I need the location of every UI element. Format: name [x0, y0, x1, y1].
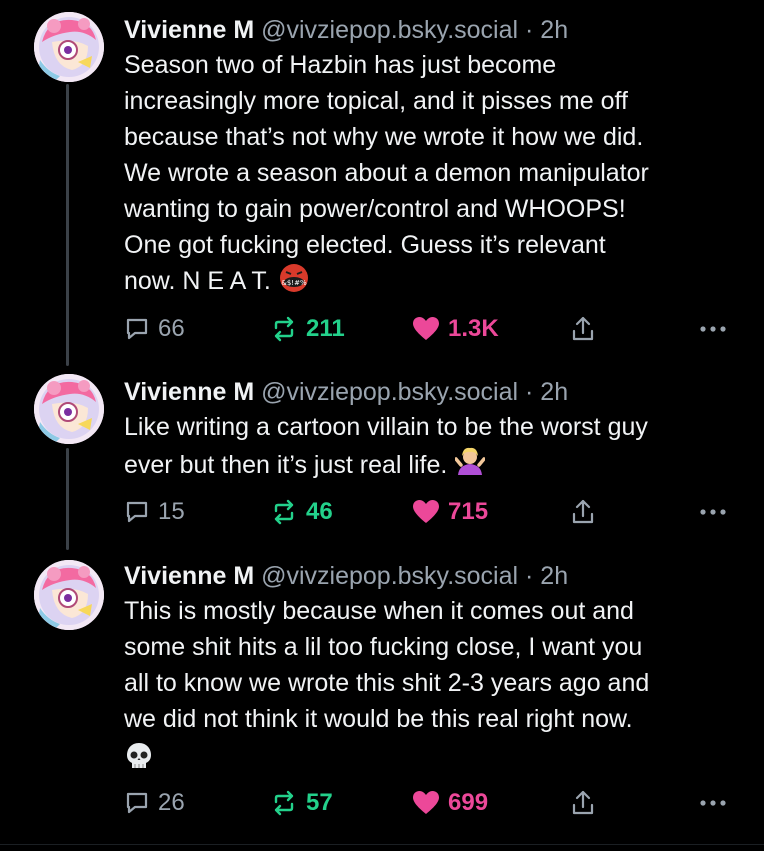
repost-count: 211	[306, 315, 345, 342]
speech-bubble-icon	[126, 318, 148, 340]
angry-symbols-emoji-icon: &$!#%	[279, 263, 309, 303]
post-text: Like writing a cartoon villain to be the…	[124, 409, 744, 487]
like-button[interactable]: 699	[412, 788, 488, 818]
avatar[interactable]	[34, 12, 104, 82]
post-text-content: Season two of Hazbin has just become inc…	[124, 51, 649, 295]
post-content: Vivienne M @vivziepop.bsky.social · 2h T…	[124, 560, 744, 778]
author-handle[interactable]: @vivziepop.bsky.social	[261, 562, 518, 590]
share-button[interactable]	[570, 314, 596, 344]
author-name[interactable]: Vivienne M	[124, 562, 254, 590]
post-text-content: This is mostly because when it comes out…	[124, 597, 650, 733]
speech-bubble-icon	[126, 501, 148, 523]
post-header: Vivienne M @vivziepop.bsky.social · 2h	[124, 560, 744, 592]
post-header: Vivienne M @vivziepop.bsky.social · 2h	[124, 14, 744, 46]
post-actions: 66 211 1.3K	[124, 314, 744, 344]
reply-button[interactable]: 66	[124, 314, 185, 344]
like-count: 1.3K	[448, 315, 499, 342]
author-name[interactable]: Vivienne M	[124, 16, 254, 44]
avatar[interactable]	[34, 374, 104, 444]
post-actions: 26 57 699	[124, 788, 744, 818]
separator-dot: ·	[525, 378, 534, 406]
author-name[interactable]: Vivienne M	[124, 378, 254, 406]
like-count: 715	[448, 498, 489, 525]
person-shrugging-emoji-icon	[454, 445, 487, 487]
ellipsis-icon	[700, 326, 726, 332]
skull-emoji-icon	[124, 741, 744, 778]
repost-button[interactable]: 211	[270, 314, 345, 344]
thread-line	[66, 448, 69, 550]
separator-dot: ·	[525, 562, 534, 590]
avatar[interactable]	[34, 560, 104, 630]
more-options-button[interactable]	[698, 788, 728, 818]
post-text: Season two of Hazbin has just become inc…	[124, 47, 744, 303]
repost-arrows-icon	[274, 316, 294, 342]
reply-count: 15	[158, 498, 185, 525]
repost-count: 46	[306, 498, 333, 525]
post-actions: 15 46 715	[124, 497, 744, 527]
share-button[interactable]	[570, 497, 596, 527]
divider	[0, 844, 764, 845]
repost-count: 57	[306, 789, 333, 816]
like-count: 699	[448, 789, 489, 816]
heart-icon	[413, 500, 439, 523]
timestamp[interactable]: 2h	[540, 562, 568, 590]
reply-button[interactable]: 26	[124, 788, 185, 818]
thread-line	[66, 84, 69, 366]
post-text: This is mostly because when it comes out…	[124, 593, 744, 737]
post-text-content: Like writing a cartoon villain to be the…	[124, 413, 648, 479]
heart-icon	[413, 791, 439, 814]
share-icon	[572, 499, 594, 524]
timestamp[interactable]: 2h	[540, 378, 568, 406]
author-handle[interactable]: @vivziepop.bsky.social	[261, 378, 518, 406]
reply-count: 26	[158, 789, 185, 816]
emoji-symbols-text: &$!#%	[281, 279, 307, 287]
reply-button[interactable]: 15	[124, 497, 185, 527]
timestamp[interactable]: 2h	[540, 16, 568, 44]
share-icon	[572, 790, 594, 815]
more-options-button[interactable]	[698, 497, 728, 527]
ellipsis-icon	[700, 800, 726, 806]
reply-count: 66	[158, 315, 185, 342]
author-handle[interactable]: @vivziepop.bsky.social	[261, 16, 518, 44]
post-content: Vivienne M @vivziepop.bsky.social · 2h S…	[124, 14, 744, 303]
like-button[interactable]: 1.3K	[412, 314, 499, 344]
separator-dot: ·	[525, 16, 534, 44]
post-content: Vivienne M @vivziepop.bsky.social · 2h L…	[124, 376, 744, 487]
post-header: Vivienne M @vivziepop.bsky.social · 2h	[124, 376, 744, 408]
repost-button[interactable]: 46	[270, 497, 333, 527]
repost-button[interactable]: 57	[270, 788, 333, 818]
share-button[interactable]	[570, 788, 596, 818]
ellipsis-icon	[700, 509, 726, 515]
heart-icon	[413, 317, 439, 340]
repost-arrows-icon	[274, 790, 294, 816]
speech-bubble-icon	[126, 792, 148, 814]
share-icon	[572, 316, 594, 341]
repost-arrows-icon	[274, 499, 294, 525]
like-button[interactable]: 715	[412, 497, 488, 527]
more-options-button[interactable]	[698, 314, 728, 344]
